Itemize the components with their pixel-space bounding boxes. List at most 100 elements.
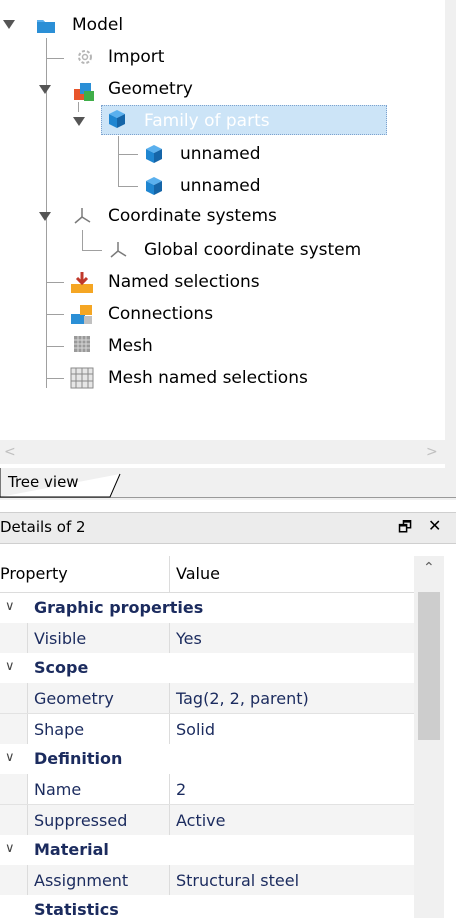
column-divider (169, 805, 170, 835)
details-title: Details of 2 (0, 518, 86, 536)
property-value[interactable]: Solid (176, 720, 215, 739)
chevron-down-icon[interactable]: ∨ (5, 599, 15, 614)
property-value[interactable]: Structural steel (176, 871, 299, 890)
column-divider (169, 714, 170, 744)
row-gutter (0, 805, 28, 835)
folder-icon (37, 20, 55, 33)
property-name: Assignment (34, 871, 129, 890)
scroll-right-icon[interactable]: > (426, 444, 438, 460)
panel-splitter[interactable] (445, 0, 456, 468)
category-label: Statistics (34, 900, 119, 918)
tab-label: Tree view (8, 473, 79, 491)
property-value[interactable]: 2 (176, 780, 186, 799)
property-value[interactable]: Yes (176, 629, 202, 648)
expand-caret-icon[interactable] (73, 117, 85, 126)
named-selection-icon (71, 272, 93, 293)
category-statistics[interactable]: Statistics (0, 895, 414, 918)
connections-icon (71, 305, 92, 324)
chevron-down-icon[interactable]: ∨ (5, 659, 15, 674)
category-label: Scope (34, 658, 89, 677)
property-row-suppressed[interactable]: Suppressed Active (0, 805, 414, 835)
tree-node-model[interactable]: Model (72, 15, 123, 35)
tree-node-mesh-named-selections[interactable]: Mesh named selections (108, 368, 308, 388)
tree-node-named-selections[interactable]: Named selections (108, 272, 260, 292)
tree-node-coordinate-systems[interactable]: Coordinate systems (108, 206, 277, 226)
property-row-name[interactable]: Name 2 (0, 774, 414, 804)
tab-strip: Tree view (0, 468, 456, 500)
row-gutter (0, 623, 28, 653)
category-label: Material (34, 840, 109, 859)
tree-node-unnamed-1[interactable]: unnamed (180, 144, 261, 164)
mesh-icon (74, 336, 90, 352)
column-divider (169, 774, 170, 804)
tree-connector (118, 136, 119, 186)
tree-connector (82, 250, 102, 251)
category-material[interactable]: ∨ Material (0, 835, 414, 865)
tree-node-import[interactable]: Import (108, 47, 164, 67)
row-gutter (0, 865, 28, 895)
vertical-scrollbar[interactable]: ⌃ (414, 556, 444, 918)
property-value[interactable]: Tag(2, 2, parent) (176, 689, 309, 708)
property-name: Geometry (34, 689, 114, 708)
tree-connector (46, 282, 64, 283)
chevron-down-icon[interactable]: ∨ (5, 750, 15, 765)
property-grid: Property Value ∨ Graphic properties Visi… (0, 556, 414, 918)
grid-header: Property Value (0, 556, 414, 593)
chevron-down-icon[interactable]: ∨ (5, 841, 15, 856)
row-gutter (0, 774, 28, 804)
tab-tree-view[interactable]: Tree view (0, 468, 121, 498)
column-header-value[interactable]: Value (176, 564, 220, 583)
column-divider (169, 683, 170, 713)
mesh-named-selection-icon (70, 367, 94, 389)
property-name: Suppressed (34, 811, 128, 830)
column-divider (169, 623, 170, 653)
tree-view-panel: Model Import Geometry Family of parts un… (0, 0, 446, 468)
tree-node-global-coordinate-system[interactable]: Global coordinate system (144, 240, 361, 260)
scroll-left-icon[interactable]: < (4, 444, 16, 460)
scroll-up-icon[interactable]: ⌃ (423, 560, 435, 576)
tree-connector (46, 58, 64, 59)
category-label: Definition (34, 749, 123, 768)
float-window-icon[interactable]: 🗗 (398, 517, 412, 542)
row-gutter (0, 714, 28, 744)
tree-connector (118, 186, 138, 187)
row-gutter (0, 683, 28, 713)
category-definition[interactable]: ∨ Definition (0, 744, 414, 774)
scrollbar-thumb[interactable] (418, 592, 440, 740)
property-name: Shape (34, 720, 85, 739)
property-name: Visible (34, 629, 87, 648)
horizontal-scrollbar[interactable]: < > (0, 440, 445, 464)
column-divider[interactable] (169, 556, 170, 592)
expand-caret-icon[interactable] (39, 212, 51, 221)
axes-icon (110, 242, 127, 258)
tree-node-connections[interactable]: Connections (108, 304, 213, 324)
tree-connector (46, 346, 64, 347)
property-value[interactable]: Active (176, 811, 226, 830)
tree-node-geometry[interactable]: Geometry (108, 79, 193, 99)
column-header-property[interactable]: Property (0, 564, 68, 583)
column-divider (169, 865, 170, 895)
property-name: Name (34, 780, 82, 799)
property-row-geometry[interactable]: Geometry Tag(2, 2, parent) (0, 683, 414, 713)
tree-node-mesh[interactable]: Mesh (108, 336, 153, 356)
property-row-assignment[interactable]: Assignment Structural steel (0, 865, 414, 895)
tree-connector (46, 378, 64, 379)
category-graphic-properties[interactable]: ∨ Graphic properties (0, 593, 414, 623)
close-icon[interactable]: ✕ (428, 516, 441, 535)
axes-icon (74, 208, 91, 224)
tree-connector (78, 102, 79, 112)
tree-connector (82, 230, 83, 250)
part-cube-icon (146, 177, 162, 195)
expand-caret-icon[interactable] (39, 85, 51, 94)
expand-caret-icon[interactable] (3, 20, 15, 29)
category-scope[interactable]: ∨ Scope (0, 653, 414, 683)
property-row-visible[interactable]: Visible Yes (0, 623, 414, 653)
property-row-shape[interactable]: Shape Solid (0, 714, 414, 744)
tree-node-unnamed-2[interactable]: unnamed (180, 176, 261, 196)
tree-node-family-of-parts[interactable]: Family of parts (144, 111, 270, 131)
gear-icon (78, 50, 92, 64)
category-label: Graphic properties (34, 598, 204, 617)
tree-connector (46, 314, 64, 315)
details-header: Details of 2 🗗 ✕ (0, 512, 456, 544)
tree-connector (118, 154, 138, 155)
